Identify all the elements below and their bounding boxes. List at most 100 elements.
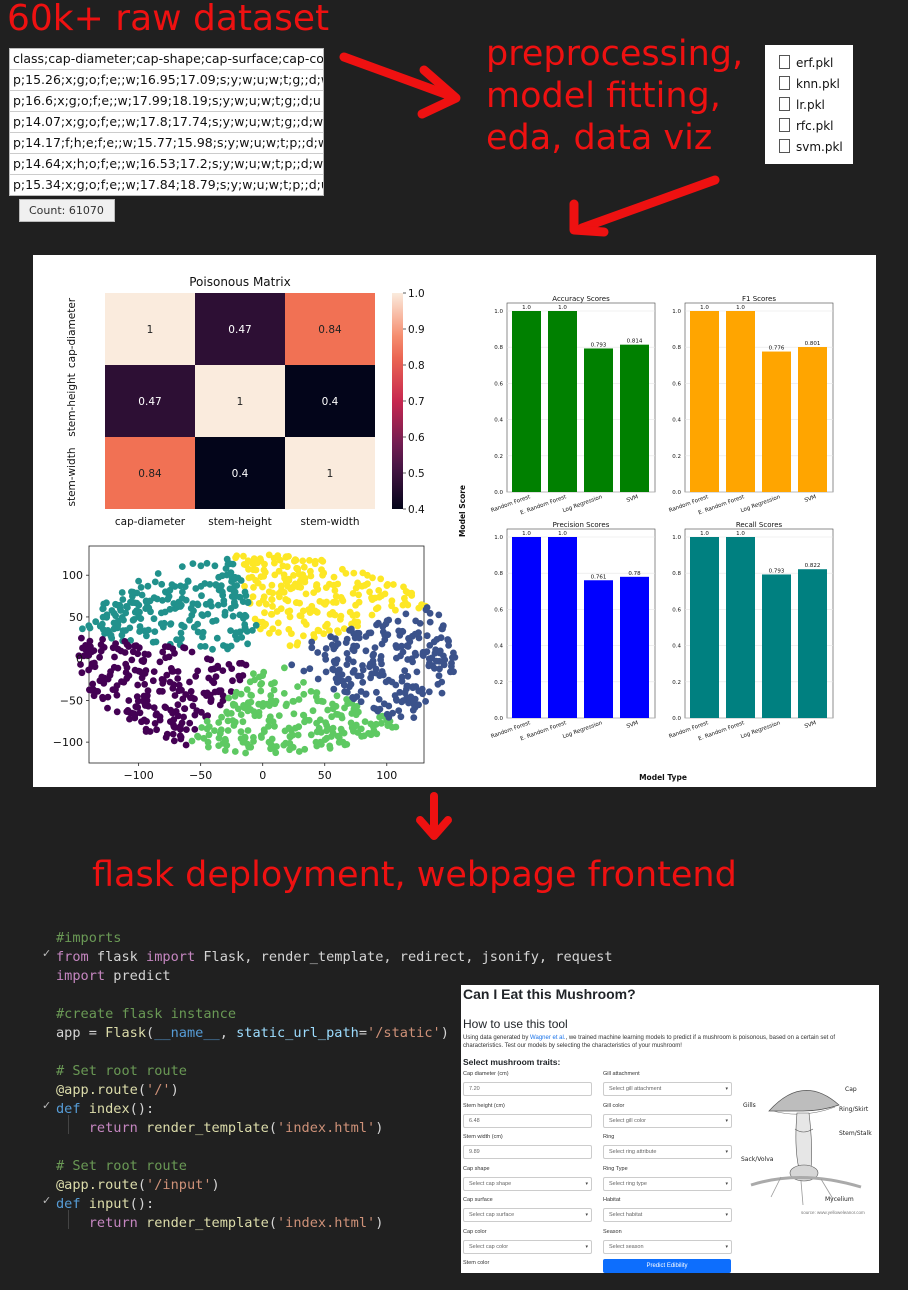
scatter-point	[261, 560, 268, 568]
trait-select[interactable]: Select gill color ▾	[603, 1113, 732, 1128]
colorbar-tick-label: 0.5	[408, 468, 425, 480]
scatter-point	[129, 616, 137, 624]
code-line: return render_template('index.html')	[88, 1215, 384, 1231]
scatter-point	[254, 559, 261, 567]
scatter-point	[181, 705, 189, 713]
scatter-point	[188, 648, 196, 656]
scatter-point	[157, 620, 165, 628]
trait-select[interactable]: Select cap shape ▾	[463, 1176, 592, 1191]
trait-select[interactable]: Select cap color ▾	[463, 1239, 592, 1254]
scatter-point	[382, 678, 390, 686]
bar-value-label: 0.78	[628, 571, 641, 577]
scatter-point	[128, 656, 136, 664]
scatter-point	[145, 626, 152, 634]
scatter-point	[97, 647, 105, 655]
trait-select[interactable]: Select ring attribute ▾	[603, 1145, 732, 1159]
scatter-point	[397, 713, 405, 721]
trait-select[interactable]: Select gill attachment ▾	[603, 1082, 732, 1096]
fold-check-icon: ✓	[42, 947, 52, 960]
scatter-point	[311, 560, 319, 568]
scatter-point	[231, 588, 239, 596]
trait-input[interactable]: 9.89	[463, 1145, 592, 1159]
scatter-point	[324, 706, 332, 714]
wagner-link[interactable]: Wagner et al.	[530, 1035, 565, 1041]
scatter-point	[186, 719, 194, 727]
scatter-point	[189, 694, 196, 702]
scatter-point	[338, 595, 346, 603]
scatter-point	[261, 609, 268, 617]
y-tick-label: 0.4	[672, 418, 681, 424]
scatter-point	[365, 730, 372, 737]
scatter-point	[281, 664, 288, 672]
file-item[interactable]: rfc.pkl	[779, 117, 833, 135]
scatter-point	[370, 704, 378, 712]
scatter-point	[378, 668, 386, 675]
diagram-label: Mycelium	[825, 1196, 854, 1203]
y-tick-label: 0.6	[672, 607, 681, 613]
scatter-point	[408, 589, 415, 597]
fold-check-icon: ✓	[42, 1194, 52, 1207]
heatmap-x-label: cap-diameter	[115, 516, 186, 528]
trait-input[interactable]: 6.48	[463, 1113, 592, 1128]
file-item[interactable]: lr.pkl	[779, 96, 825, 114]
scatter-point	[308, 638, 316, 646]
scatter-point	[126, 715, 133, 723]
scatter-point	[362, 690, 370, 698]
scatter-point	[233, 552, 241, 560]
scatter-point	[215, 734, 223, 742]
y-tick-label: 0.2	[494, 680, 503, 686]
diagram-label: Sack/Volva	[741, 1156, 774, 1163]
scatter-point	[142, 725, 150, 733]
scatter-point	[194, 667, 202, 675]
trait-input[interactable]: 7.20	[463, 1082, 592, 1096]
file-item[interactable]: svm.pkl	[779, 138, 843, 156]
scatter-point	[326, 742, 334, 750]
x-tick-label: Log Regression	[562, 494, 604, 514]
file-item[interactable]: knn.pkl	[779, 75, 840, 93]
scatter-point	[392, 681, 400, 689]
scatter-point	[117, 647, 125, 655]
scatter-point	[160, 676, 167, 684]
scatter-point	[206, 581, 214, 588]
scatter-point	[141, 680, 148, 688]
table-row: p;14.07;x;g;o;f;e;;w;17.8;17.74;s;y;w;u;…	[10, 112, 323, 133]
scatter-point	[336, 666, 343, 674]
scatter-point	[110, 619, 118, 627]
scatter-point	[445, 637, 452, 645]
scatter-point	[167, 620, 174, 628]
scatter-point	[297, 612, 305, 620]
heatmap-cell-label: 0.84	[318, 324, 342, 336]
scatter-point	[257, 732, 265, 740]
bar-subplot: F1 Scores1.00.80.60.40.20.01.0Random For…	[668, 295, 834, 516]
trait-select[interactable]: Select cap surface ▾	[463, 1208, 592, 1222]
scatter-point	[194, 600, 201, 608]
scatter-point	[352, 584, 360, 592]
x-tick-label: SVM	[804, 720, 818, 730]
y-tick-label: 0.2	[672, 454, 681, 460]
scatter-point	[314, 675, 322, 683]
file-item[interactable]: erf.pkl	[779, 54, 833, 72]
predict-button[interactable]: Predict Edibility	[603, 1259, 731, 1273]
scatter-point	[359, 666, 367, 674]
heatmap-cell-label: 0.47	[228, 324, 251, 336]
scatter-point	[169, 730, 177, 738]
scatter-point	[283, 700, 290, 708]
scatter-point	[274, 619, 282, 627]
scatter-point	[178, 563, 186, 570]
scatter-point	[277, 605, 285, 613]
scatter-point	[343, 741, 351, 748]
scatter-y-tick-label: 100	[62, 569, 83, 582]
trait-select[interactable]: Select ring type ▾	[603, 1176, 732, 1191]
scatter-point	[207, 696, 215, 703]
scatter-point	[419, 690, 426, 698]
scatter-point	[286, 733, 294, 741]
bar-value-label: 1.0	[736, 531, 745, 537]
scatter-point	[149, 638, 157, 646]
trait-select[interactable]: Select habitat ▾	[603, 1208, 732, 1222]
scatter-point	[350, 569, 358, 577]
trait-select[interactable]: Select season ▾	[603, 1239, 732, 1254]
scatter-point	[432, 646, 439, 654]
scatter-point	[198, 592, 205, 600]
scatter-x-tick-label: 100	[376, 769, 397, 782]
scatter-point	[333, 692, 341, 700]
